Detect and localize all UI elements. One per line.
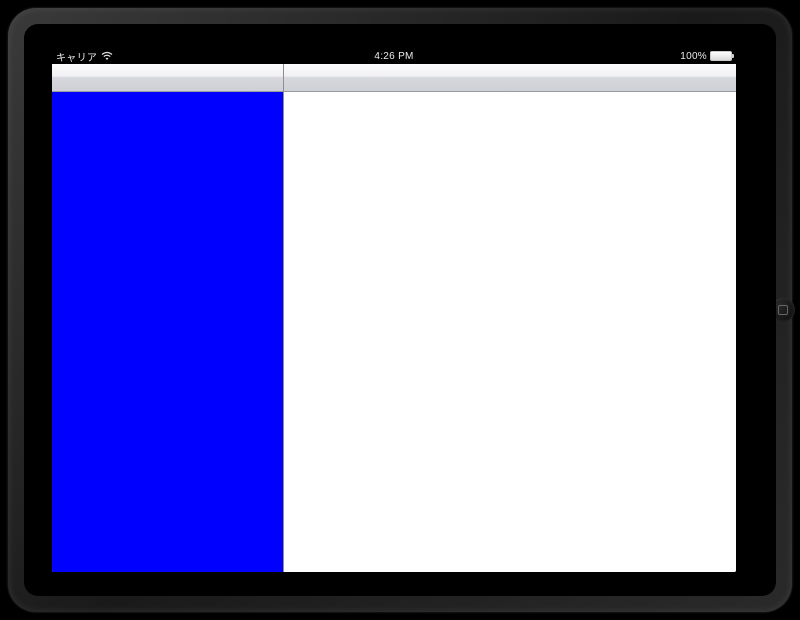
carrier-label: キャリア xyxy=(56,49,97,64)
battery-percent: 100% xyxy=(680,51,707,62)
screen: キャリア 4:26 PM 100% xyxy=(52,48,736,572)
status-right: 100% xyxy=(680,51,732,62)
split-view xyxy=(52,64,736,572)
master-nav-bar xyxy=(52,64,283,92)
wifi-icon xyxy=(101,51,113,61)
battery-icon xyxy=(710,51,732,61)
status-time: 4:26 PM xyxy=(374,51,413,62)
detail-nav-bar xyxy=(284,64,736,92)
device-inner: キャリア 4:26 PM 100% xyxy=(24,24,776,596)
detail-pane xyxy=(284,64,736,572)
ipad-frame: キャリア 4:26 PM 100% xyxy=(8,8,792,612)
status-bar: キャリア 4:26 PM 100% xyxy=(52,48,736,64)
master-content[interactable] xyxy=(52,92,283,572)
status-left: キャリア xyxy=(56,49,113,64)
detail-content[interactable] xyxy=(284,92,736,572)
master-pane xyxy=(52,64,284,572)
